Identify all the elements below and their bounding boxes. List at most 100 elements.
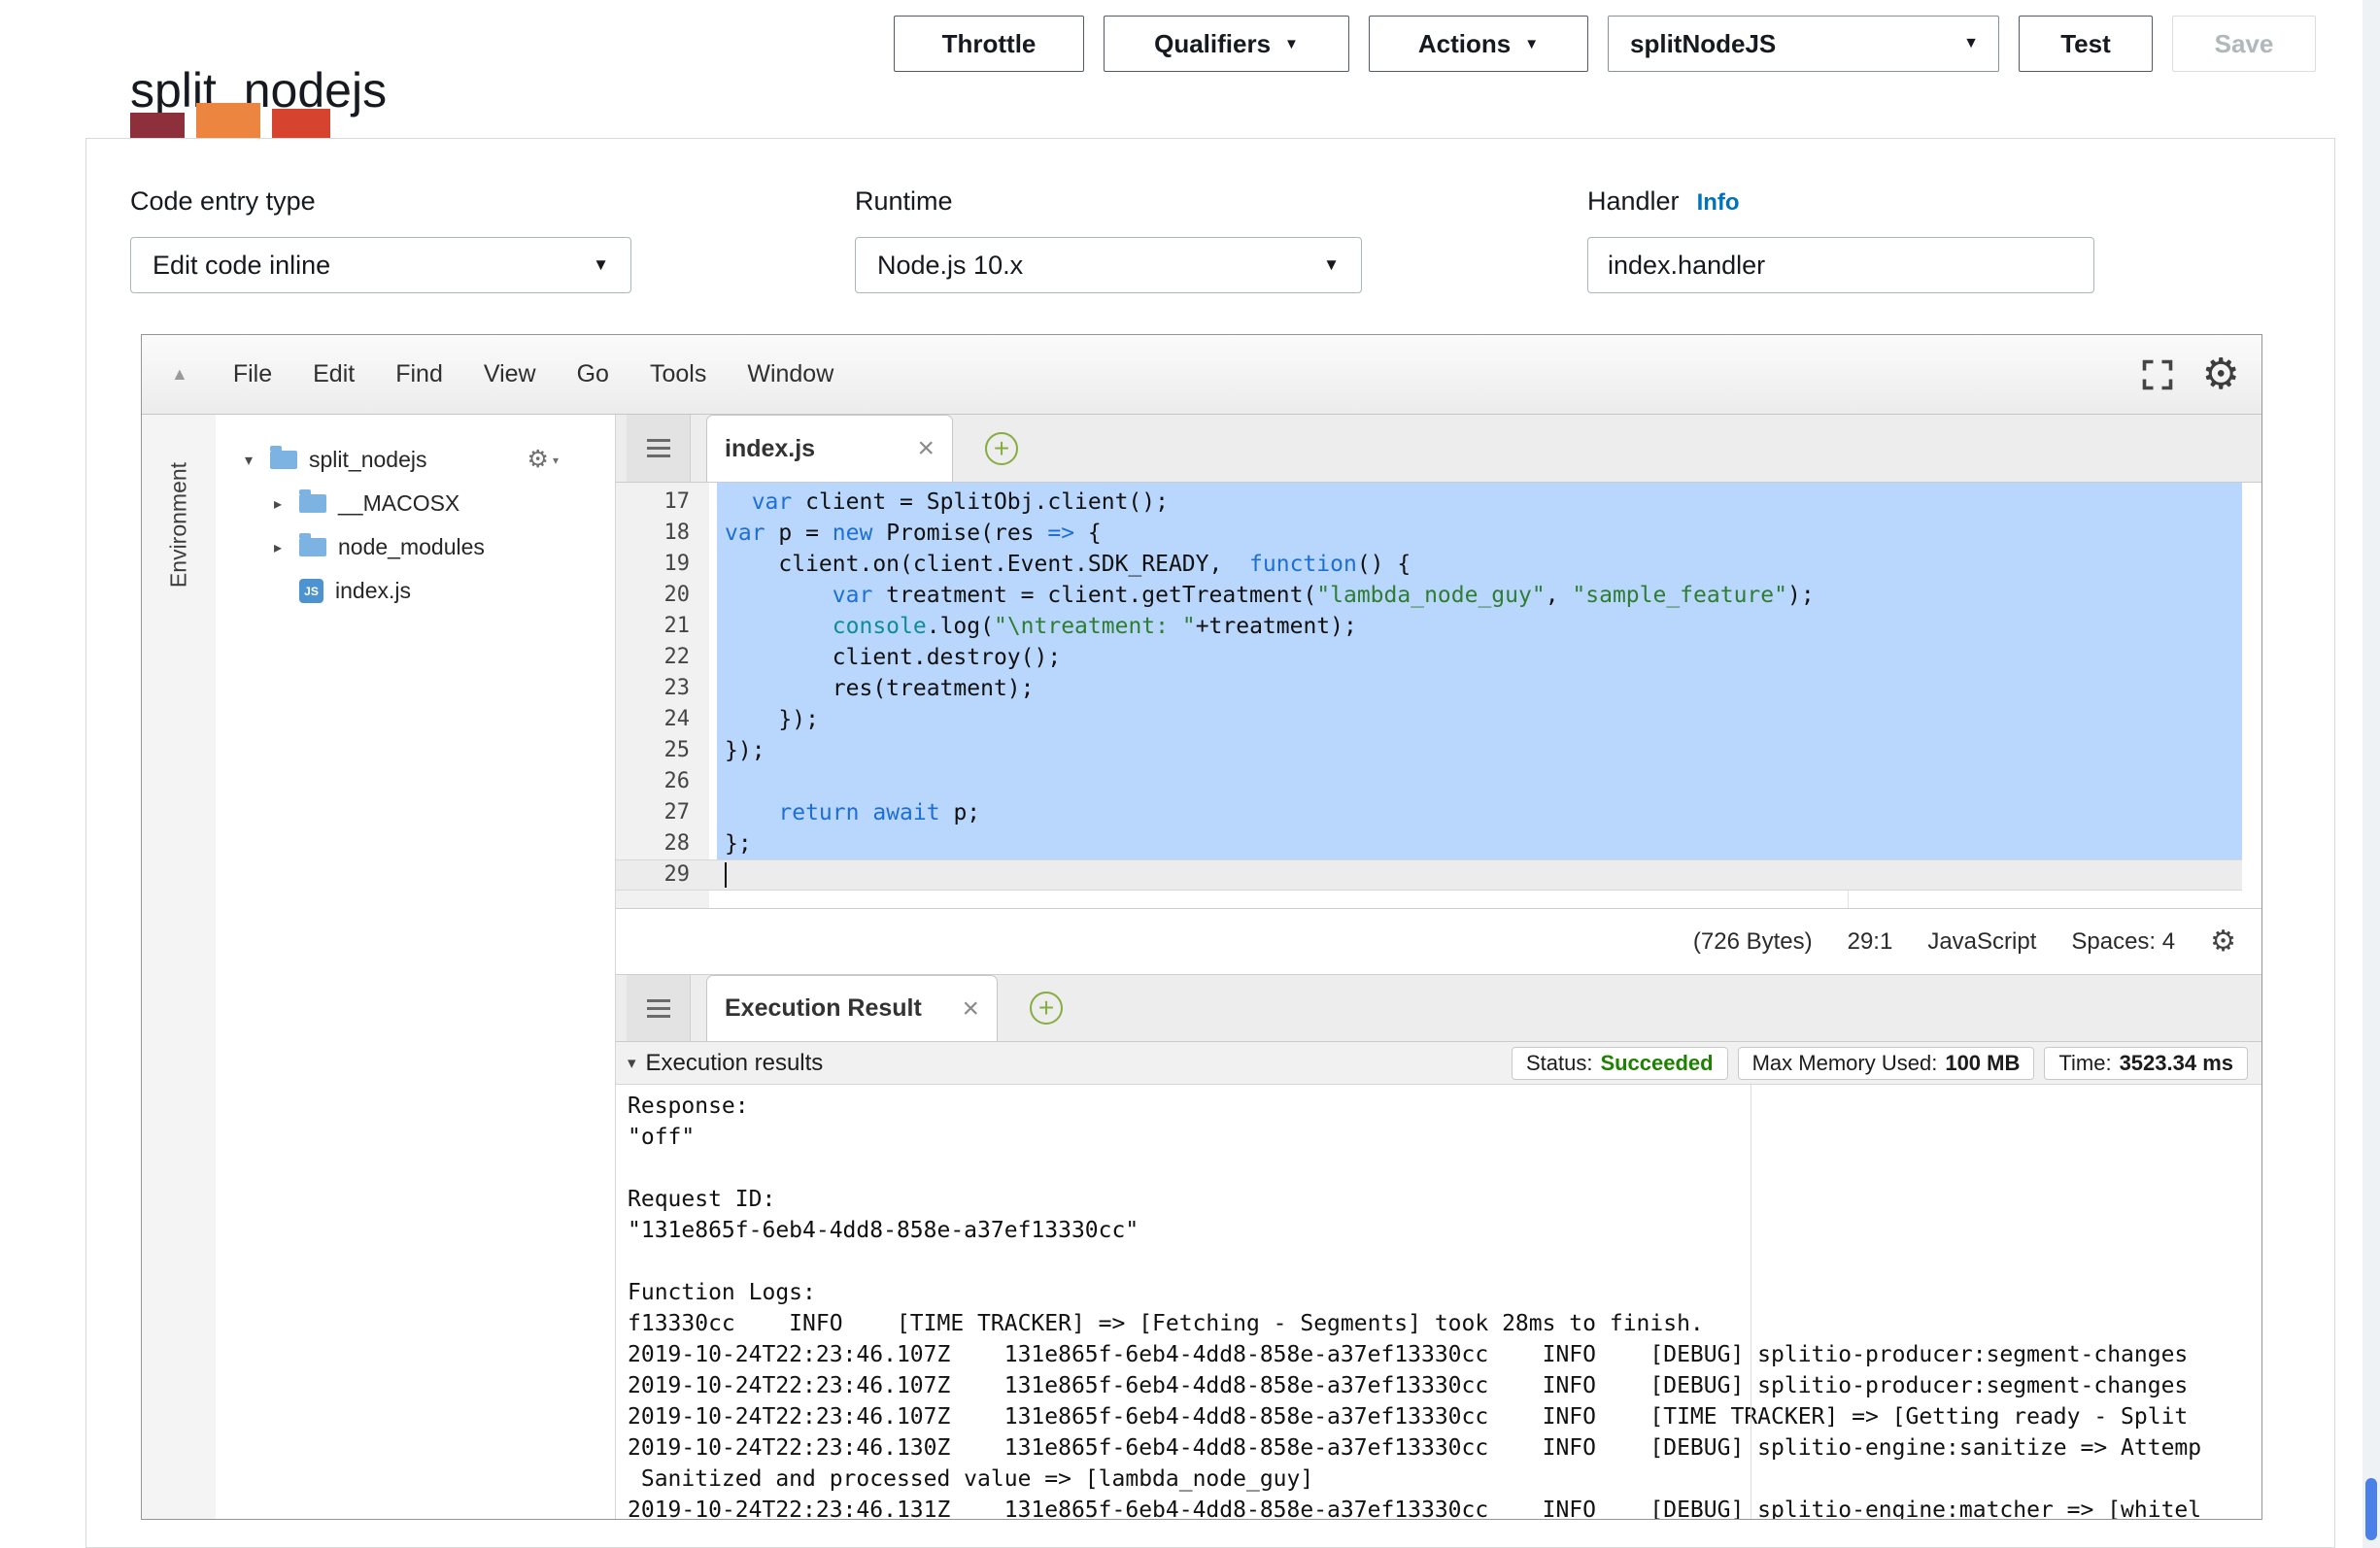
page-scrollbar[interactable] <box>2363 0 2380 1548</box>
memory-value: 100 MB <box>1945 1051 2020 1076</box>
disclosure-closed-icon[interactable]: ▸ <box>274 538 299 557</box>
save-button[interactable]: Save <box>2172 16 2316 72</box>
time-label: Time: <box>2058 1051 2111 1076</box>
code-line: 20 var treatment = client.getTreatment("… <box>616 580 2261 611</box>
test-button[interactable]: Test <box>2019 16 2153 72</box>
folder-icon <box>270 451 297 469</box>
folder-icon <box>299 494 326 513</box>
menu-tools[interactable]: Tools <box>650 360 706 388</box>
handler-info-link[interactable]: Info <box>1697 189 1740 216</box>
tab-label: Execution Result <box>725 994 922 1023</box>
new-tab-button[interactable]: + <box>985 432 1018 465</box>
test-event-value: splitNodeJS <box>1630 29 1776 59</box>
code-line: 21 console.log("\ntreatment: "+treatment… <box>616 611 2261 642</box>
tree-item-node-modules[interactable]: ▸ node_modules <box>216 525 615 569</box>
code-line: 28}; <box>616 828 2261 859</box>
status-badge: Status: Succeeded <box>1512 1047 1728 1080</box>
code-line: 25}); <box>616 735 2261 766</box>
fullscreen-icon[interactable] <box>2140 357 2175 392</box>
tree-item-index-js[interactable]: JS index.js <box>216 569 615 613</box>
indentation-setting[interactable]: Spaces: 4 <box>2071 928 2175 956</box>
collapse-triangle-icon[interactable]: ▾ <box>628 1054 636 1073</box>
menu-find[interactable]: Find <box>395 360 443 388</box>
log-line <box>628 1153 2261 1184</box>
tree-item-label: split_nodejs <box>309 447 426 473</box>
menu-edit[interactable]: Edit <box>313 360 355 388</box>
tab-index-js[interactable]: index.js × <box>706 415 953 482</box>
code-line: 17 var client = SplitObj.client(); <box>616 487 2261 518</box>
chevron-down-icon: ▼ <box>1524 37 1539 51</box>
menu-go[interactable]: Go <box>577 360 609 388</box>
time-value: 3523.34 ms <box>2120 1051 2233 1076</box>
code-line: 26 <box>616 766 2261 797</box>
actions-button[interactable]: Actions ▼ <box>1369 16 1588 72</box>
code-line: 23 res(treatment); <box>616 673 2261 704</box>
tree-item-label: index.js <box>335 578 411 604</box>
tab-execution-result[interactable]: Execution Result × <box>706 975 998 1041</box>
tree-item-macosx[interactable]: ▸ __MACOSX <box>216 482 615 525</box>
execution-results-title: Execution results <box>646 1050 824 1077</box>
remnant-block <box>130 113 185 138</box>
file-size: (726 Bytes) <box>1693 928 1813 956</box>
execution-badges: Status: Succeeded Max Memory Used: 100 M… <box>1512 1047 2261 1080</box>
log-line: Sanitized and processed value => [lambda… <box>628 1464 2261 1495</box>
tree-item-label: __MACOSX <box>338 490 459 517</box>
execution-logs: Response:"off"Request ID:"131e865f-6eb4-… <box>616 1085 2261 1519</box>
log-line <box>628 1246 2261 1277</box>
code-line: 24 }); <box>616 704 2261 735</box>
menu-view[interactable]: View <box>484 360 536 388</box>
scrollbar-thumb[interactable] <box>2365 1478 2377 1540</box>
log-line: f13330cc INFO [TIME TRACKER] => [Fetchin… <box>628 1308 2261 1339</box>
close-icon[interactable]: × <box>962 994 979 1024</box>
code-entry-type-value: Edit code inline <box>153 251 330 281</box>
status-label: Status: <box>1526 1051 1592 1076</box>
throttle-button[interactable]: Throttle <box>894 16 1084 72</box>
header-actions: Throttle Qualifiers ▼ Actions ▼ splitNod… <box>894 16 2316 72</box>
tree-item-label: node_modules <box>338 534 485 560</box>
environment-tab[interactable]: Environment <box>166 446 192 605</box>
remnant-block <box>196 103 260 138</box>
ide-settings-gear-icon[interactable]: ⚙ <box>2202 353 2240 396</box>
handler-label-text: Handler <box>1587 186 1680 216</box>
log-line: "off" <box>628 1122 2261 1153</box>
code-lines: 17 var client = SplitObj.client();18var … <box>616 487 2261 891</box>
disclosure-open-icon[interactable]: ▾ <box>245 451 270 470</box>
log-line: 2019-10-24T22:23:46.131Z 131e865f-6eb4-4… <box>628 1495 2261 1519</box>
file-tree: ▾ split_nodejs ⚙ ▾ ▸ __MACOSX ▸ node_mod… <box>216 415 616 1519</box>
code-line: 19 client.on(client.Event.SDK_READY, fun… <box>616 549 2261 580</box>
chevron-down-icon: ▾ <box>553 454 559 467</box>
tree-settings-button[interactable]: ⚙ ▾ <box>527 448 559 472</box>
handler-input[interactable] <box>1587 237 2094 293</box>
log-lines: Response:"off"Request ID:"131e865f-6eb4-… <box>628 1091 2261 1519</box>
runtime-select[interactable]: Node.js 10.x ▼ <box>855 237 1362 293</box>
runtime-value: Node.js 10.x <box>877 251 1023 281</box>
code-pane[interactable]: 17 var client = SplitObj.client();18var … <box>616 483 2261 908</box>
execution-results-header[interactable]: ▾ Execution results Status: Succeeded Ma… <box>616 1042 2261 1085</box>
menu-file[interactable]: File <box>233 360 272 388</box>
new-tab-button[interactable]: + <box>1030 992 1063 1025</box>
disclosure-closed-icon[interactable]: ▸ <box>274 494 299 514</box>
memory-badge: Max Memory Used: 100 MB <box>1738 1047 2035 1080</box>
code-entry-type-label: Code entry type <box>130 186 316 217</box>
close-icon[interactable]: × <box>917 434 935 463</box>
log-line: 2019-10-24T22:23:46.107Z 131e865f-6eb4-4… <box>628 1401 2261 1432</box>
tab-list-icon[interactable] <box>627 975 691 1041</box>
js-file-icon: JS <box>299 579 323 603</box>
actions-label: Actions <box>1418 29 1511 59</box>
editor-tabbar: index.js × + <box>616 415 2261 483</box>
statusbar-gear-icon[interactable]: ⚙ <box>2210 927 2236 957</box>
log-line: "131e865f-6eb4-4dd8-858e-a37ef13330cc" <box>628 1215 2261 1246</box>
tree-item-root-folder[interactable]: ▾ split_nodejs ⚙ ▾ <box>216 438 615 482</box>
tab-list-icon[interactable] <box>627 415 691 482</box>
environment-panel-strip: Environment <box>142 415 217 1519</box>
menu-window[interactable]: Window <box>747 360 833 388</box>
editor-main-pane: index.js × + 17 var client = SplitObj.cl… <box>616 415 2261 1519</box>
collapse-menubar-icon[interactable]: ▲ <box>171 364 188 385</box>
code-line: 27 return await p; <box>616 797 2261 828</box>
editor-menubar: ▲ File Edit Find View Go Tools Window ⚙ <box>142 335 2261 415</box>
qualifiers-button[interactable]: Qualifiers ▼ <box>1104 16 1349 72</box>
editor-statusbar: (726 Bytes) 29:1 JavaScript Spaces: 4 ⚙ <box>616 908 2261 974</box>
language-mode[interactable]: JavaScript <box>1927 928 2036 956</box>
code-entry-type-select[interactable]: Edit code inline ▼ <box>130 237 631 293</box>
test-event-select[interactable]: splitNodeJS ▼ <box>1608 16 1999 72</box>
